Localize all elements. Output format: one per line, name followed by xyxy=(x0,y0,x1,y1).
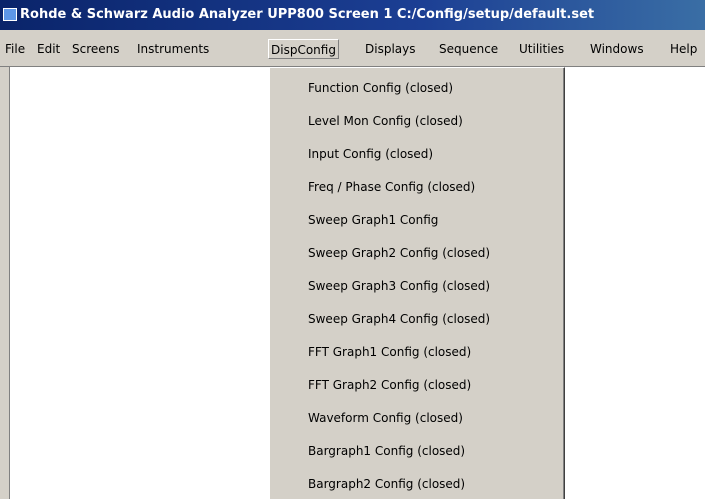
menu-help[interactable]: Help xyxy=(670,39,697,59)
menu-item-sweep-graph3-config[interactable]: Sweep Graph3 Config (closed) xyxy=(308,276,490,296)
menu-item-fft-graph1-config[interactable]: FFT Graph1 Config (closed) xyxy=(308,342,471,362)
menu-sequence[interactable]: Sequence xyxy=(439,39,498,59)
menu-displays[interactable]: Displays xyxy=(365,39,415,59)
menu-item-bargraph1-config[interactable]: Bargraph1 Config (closed) xyxy=(308,441,465,461)
menu-screens[interactable]: Screens xyxy=(72,39,120,59)
menu-item-function-config[interactable]: Function Config (closed) xyxy=(308,78,453,98)
menu-item-sweep-graph1-config[interactable]: Sweep Graph1 Config xyxy=(308,210,438,230)
menu-item-fft-graph2-config[interactable]: FFT Graph2 Config (closed) xyxy=(308,375,471,395)
menu-item-waveform-config[interactable]: Waveform Config (closed) xyxy=(308,408,463,428)
window-title: Rohde & Schwarz Audio Analyzer UPP800 Sc… xyxy=(20,7,595,22)
window-icon[interactable] xyxy=(3,8,17,21)
application-window: Rohde & Schwarz Audio Analyzer UPP800 Sc… xyxy=(0,0,705,499)
menu-bar: File Edit Screens Instruments DispConfig… xyxy=(0,30,705,67)
title-bar[interactable]: Rohde & Schwarz Audio Analyzer UPP800 Sc… xyxy=(0,0,705,30)
menu-dispconfig[interactable]: DispConfig xyxy=(268,39,339,59)
menu-item-level-mon-config[interactable]: Level Mon Config (closed) xyxy=(308,111,463,131)
dispconfig-dropdown-menu: Function Config (closed) Level Mon Confi… xyxy=(269,67,565,499)
menu-item-sweep-graph4-config[interactable]: Sweep Graph4 Config (closed) xyxy=(308,309,490,329)
menu-windows[interactable]: Windows xyxy=(590,39,644,59)
menu-edit[interactable]: Edit xyxy=(37,39,60,59)
menu-item-input-config[interactable]: Input Config (closed) xyxy=(308,144,433,164)
menu-file[interactable]: File xyxy=(5,39,25,59)
menu-utilities[interactable]: Utilities xyxy=(519,39,564,59)
menu-item-bargraph2-config[interactable]: Bargraph2 Config (closed) xyxy=(308,474,465,494)
menu-item-sweep-graph2-config[interactable]: Sweep Graph2 Config (closed) xyxy=(308,243,490,263)
menu-instruments[interactable]: Instruments xyxy=(137,39,209,59)
menu-item-freq-phase-config[interactable]: Freq / Phase Config (closed) xyxy=(308,177,475,197)
